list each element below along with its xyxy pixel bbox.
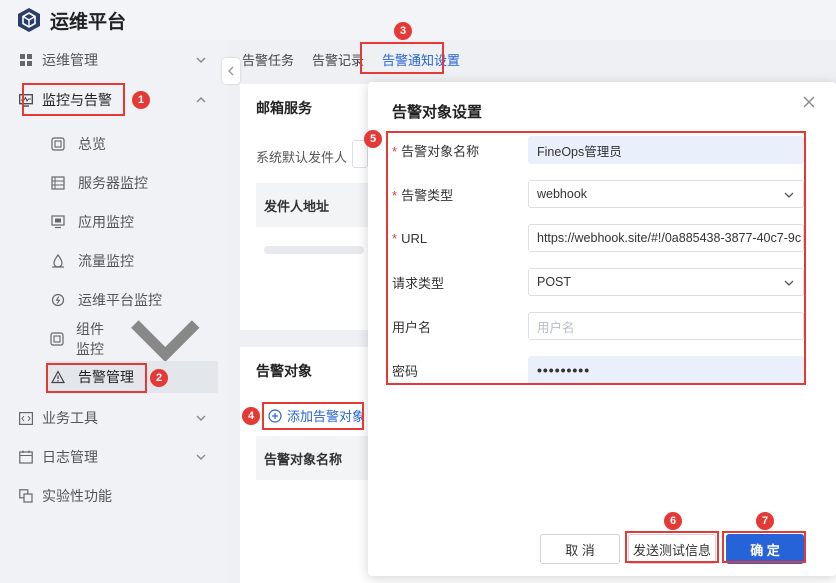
chevron-down-icon [196, 454, 206, 460]
app-logo-icon [18, 8, 40, 32]
dialog-title: 告警对象设置 [392, 104, 483, 121]
column-sender-address: 发件人地址 [264, 198, 330, 214]
sidebar: 运维管理 监控与告警 总览 服务器监控 应用监控 流量监控 运维平台监控 组件监… [0, 40, 228, 583]
annotation-box-5 [386, 131, 806, 385]
chevron-up-icon [196, 97, 206, 103]
chevron-down-icon [196, 57, 206, 63]
power-icon [50, 292, 66, 308]
sidebar-item-ops[interactable]: 运维管理 [18, 44, 218, 76]
annotation-box-2 [46, 363, 147, 393]
annotation-box-4 [262, 402, 364, 430]
chevron-left-icon [228, 66, 234, 76]
sidebar-subitem-traffic[interactable]: 流量监控 [50, 245, 218, 277]
annotation-badge-1: 1 [132, 91, 150, 109]
app-title: 运维平台 [50, 11, 127, 33]
sidebar-collapse-button[interactable] [222, 58, 240, 84]
target-card-title: 告警对象 [256, 363, 312, 379]
blurred-sender-row [264, 246, 364, 254]
component-icon [50, 331, 64, 347]
sidebar-subitem-server[interactable]: 服务器监控 [50, 167, 218, 199]
annotation-box-6 [625, 531, 719, 563]
dashboard-icon [50, 136, 66, 152]
sidebar-subitem-app[interactable]: 应用监控 [50, 206, 218, 238]
annotation-badge-6: 6 [664, 512, 682, 530]
mail-card-title: 邮箱服务 [256, 100, 312, 116]
annotation-box-7 [722, 531, 806, 563]
sidebar-item-label: 日志管理 [42, 449, 98, 465]
annotation-box-3 [360, 42, 444, 74]
sidebar-item-experimental[interactable]: 实验性功能 [18, 480, 218, 512]
top-bar: 运维平台 [0, 0, 836, 40]
traffic-icon [50, 253, 66, 269]
annotation-badge-5: 5 [364, 130, 382, 148]
sidebar-item-biz-tools[interactable]: 业务工具 [18, 402, 218, 434]
default-sender-label: 系统默认发件人 [256, 150, 348, 165]
annotation-box-1 [22, 83, 125, 116]
chevron-down-icon [196, 415, 206, 421]
grid-icon [18, 52, 34, 68]
sidebar-item-label: 业务工具 [42, 410, 98, 426]
sidebar-subitem-label: 总览 [78, 136, 106, 152]
tab-alert-records[interactable]: 告警记录 [310, 50, 366, 69]
sidebar-subitem-label: 流量监控 [78, 253, 134, 269]
column-target-name: 告警对象名称 [264, 451, 343, 467]
sidebar-subitem-label: 服务器监控 [78, 175, 148, 191]
sidebar-item-label: 实验性功能 [42, 488, 112, 504]
cancel-button[interactable]: 取 消 [540, 534, 620, 564]
close-icon[interactable] [802, 95, 816, 109]
tab-alert-tasks[interactable]: 告警任务 [240, 50, 296, 69]
flask-icon [18, 488, 34, 504]
sidebar-subitem-label: 应用监控 [78, 214, 134, 230]
app-monitor-icon [50, 214, 66, 230]
sidebar-subitem-label: 组件监控 [76, 321, 104, 357]
sidebar-subitem-overview[interactable]: 总览 [50, 128, 218, 160]
code-icon [18, 410, 34, 426]
calendar-icon [18, 449, 34, 465]
annotation-badge-3: 3 [394, 22, 412, 40]
sidebar-item-label: 运维管理 [42, 52, 98, 68]
annotation-badge-4: 4 [242, 407, 260, 425]
sidebar-item-logs[interactable]: 日志管理 [18, 441, 218, 473]
annotation-badge-2: 2 [150, 369, 168, 387]
sidebar-subitem-component[interactable]: 组件监控 [50, 320, 218, 362]
server-icon [50, 175, 66, 191]
annotation-badge-7: 7 [756, 512, 774, 530]
